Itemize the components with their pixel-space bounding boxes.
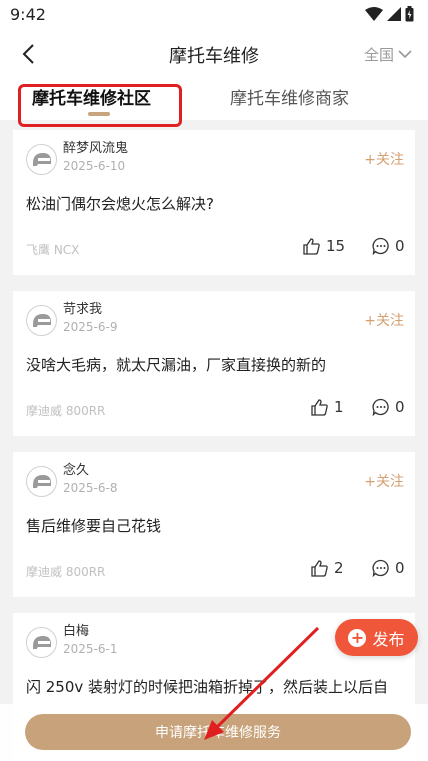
- avatar[interactable]: [26, 466, 57, 497]
- avatar[interactable]: [26, 144, 57, 175]
- like-count: 15: [326, 237, 346, 255]
- post-card[interactable]: 念久 2025-6-8 +关注 售后维修要自己花钱 摩迪威 800RR 2 0: [13, 452, 415, 597]
- comment-count: 0: [395, 237, 405, 255]
- status-bar: 9:42: [0, 0, 428, 30]
- comment-count: 0: [395, 559, 405, 577]
- follow-button[interactable]: +关注: [364, 471, 404, 491]
- post-date: 2025-6-1: [63, 642, 118, 656]
- region-label: 全国: [363, 46, 394, 64]
- thumbs-up-icon: [303, 237, 320, 255]
- helmet-avatar-icon: [32, 635, 51, 649]
- helmet-avatar-icon: [32, 474, 51, 488]
- like-count: 1: [334, 398, 344, 416]
- helmet-avatar-icon: [32, 313, 51, 327]
- post-content[interactable]: 售后维修要自己花钱: [26, 514, 402, 538]
- comment-count: 0: [395, 398, 405, 416]
- username[interactable]: 苛求我: [63, 298, 102, 317]
- apply-repair-service-button[interactable]: 申请摩托车维修服务: [25, 714, 411, 750]
- post-content[interactable]: 闪 250v 装射灯的时候把油箱折掉了，然后装上以后自: [26, 675, 402, 699]
- tab-merchant[interactable]: 摩托车维修商家: [230, 84, 349, 109]
- publish-label: 发布: [372, 629, 405, 649]
- comment-icon: [372, 398, 389, 416]
- comment-button[interactable]: 0: [372, 398, 405, 416]
- battery-icon: [405, 6, 414, 22]
- screen: 9:42 摩托车维修 全国 摩托车维修社区 摩托车维修商家 醉梦风流鬼 2025…: [0, 0, 428, 761]
- status-time: 9:42: [10, 5, 46, 24]
- plus-icon: +: [348, 628, 367, 647]
- comment-icon: [372, 237, 389, 255]
- wifi-icon: [365, 7, 383, 21]
- follow-button[interactable]: +关注: [364, 149, 404, 169]
- like-count: 2: [334, 559, 344, 577]
- signal-icon: [387, 7, 401, 21]
- vehicle-tag[interactable]: 摩迪威 800RR: [26, 402, 105, 419]
- comment-icon: [372, 559, 389, 577]
- post-content[interactable]: 没啥大毛病，就太尺漏油，厂家直接换的新的: [26, 353, 402, 377]
- nav-bar: 摩托车维修 全国: [0, 30, 428, 78]
- tab-bar: 摩托车维修社区 摩托车维修商家: [0, 78, 428, 120]
- publish-button[interactable]: + 发布: [335, 619, 418, 656]
- username[interactable]: 醉梦风流鬼: [63, 137, 128, 156]
- username[interactable]: 白梅: [63, 620, 89, 639]
- avatar[interactable]: [26, 305, 57, 336]
- like-button[interactable]: 15: [303, 237, 345, 255]
- post-date: 2025-6-10: [63, 159, 126, 173]
- avatar[interactable]: [26, 627, 57, 658]
- comment-button[interactable]: 0: [372, 559, 405, 577]
- region-selector[interactable]: 全国: [364, 44, 412, 65]
- post-card[interactable]: 醉梦风流鬼 2025-6-10 +关注 松油门偶尔会熄火怎么解决? 飞鹰 NCX…: [13, 130, 415, 275]
- helmet-avatar-icon: [32, 152, 51, 166]
- tab-community[interactable]: 摩托车维修社区: [32, 84, 151, 109]
- like-button[interactable]: 1: [311, 398, 344, 416]
- comment-button[interactable]: 0: [372, 237, 405, 255]
- back-arrow-icon: [22, 44, 34, 64]
- post-date: 2025-6-8: [63, 481, 118, 495]
- vehicle-tag[interactable]: 飞鹰 NCX: [26, 241, 79, 258]
- username[interactable]: 念久: [63, 459, 89, 478]
- back-button[interactable]: [14, 40, 42, 68]
- thumbs-up-icon: [311, 559, 328, 577]
- post-card[interactable]: 苛求我 2025-6-9 +关注 没啥大毛病，就太尺漏油，厂家直接换的新的 摩迪…: [13, 291, 415, 436]
- post-content[interactable]: 松油门偶尔会熄火怎么解决?: [26, 192, 402, 216]
- active-tab-indicator: [88, 112, 110, 116]
- post-date: 2025-6-9: [63, 320, 118, 334]
- chevron-down-icon: [398, 50, 412, 59]
- thumbs-up-icon: [311, 398, 328, 416]
- status-icons: [365, 6, 414, 22]
- vehicle-tag[interactable]: 摩迪威 800RR: [26, 563, 105, 580]
- follow-button[interactable]: +关注: [364, 310, 404, 330]
- like-button[interactable]: 2: [311, 559, 344, 577]
